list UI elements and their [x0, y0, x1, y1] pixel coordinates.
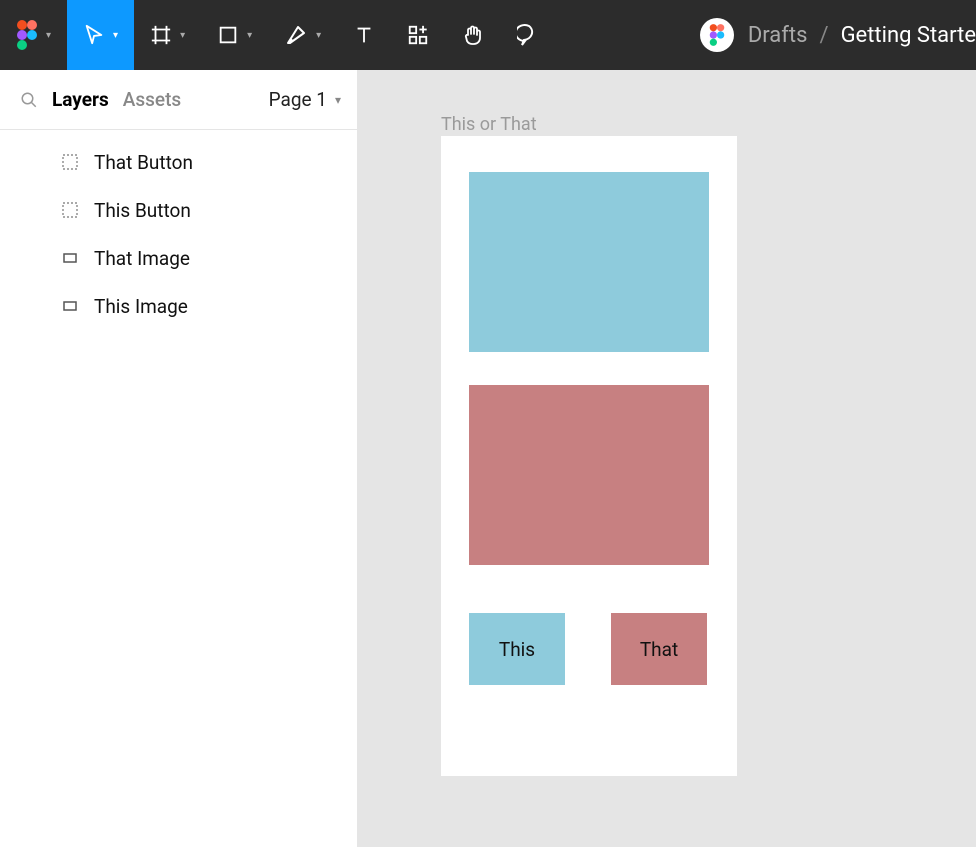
component-icon: [60, 200, 80, 220]
figma-logo-icon: [16, 20, 38, 50]
chevron-down-icon: ▾: [316, 30, 321, 41]
main-area: Layers Assets Page 1 ▾ This or That That…: [0, 70, 976, 847]
rectangle-icon: [217, 24, 239, 46]
canvas-frame-label[interactable]: This or That: [441, 114, 537, 135]
layer-name: This Button: [94, 199, 191, 222]
chevron-down-icon: ▾: [46, 30, 51, 41]
search-icon[interactable]: [20, 91, 38, 109]
page-label: Page 1: [269, 88, 327, 111]
move-tool-button[interactable]: ▾: [67, 0, 134, 70]
breadcrumb: Drafts / Getting Starte: [748, 23, 976, 48]
layer-row[interactable]: This Image: [0, 282, 357, 330]
button-label: That: [640, 638, 678, 661]
tab-assets[interactable]: Assets: [123, 88, 181, 111]
chevron-down-icon: ▾: [113, 30, 118, 41]
tab-layers[interactable]: Layers: [52, 88, 109, 111]
canvas-this-image[interactable]: [469, 172, 709, 352]
resources-tool-button[interactable]: [391, 0, 445, 70]
chevron-down-icon: ▾: [247, 30, 252, 41]
rectangle-icon: [60, 248, 80, 268]
canvas-that-button[interactable]: That: [611, 613, 707, 685]
figma-logo-icon: [709, 24, 725, 46]
layer-row[interactable]: That Image: [0, 234, 357, 282]
frame-tool-button[interactable]: ▾: [134, 0, 201, 70]
panel-tabs: Layers Assets Page 1 ▾: [0, 70, 357, 130]
chevron-down-icon: ▾: [180, 30, 185, 41]
layer-row[interactable]: This Button: [0, 186, 357, 234]
chevron-down-icon: ▾: [335, 93, 341, 107]
text-icon: [353, 24, 375, 46]
layer-name: This Image: [94, 295, 188, 318]
hand-icon: [461, 23, 485, 47]
component-icon: [60, 152, 80, 172]
breadcrumb-separator: /: [819, 23, 828, 48]
cursor-icon: [83, 24, 105, 46]
rectangle-icon: [60, 296, 80, 316]
frame-icon: [150, 24, 172, 46]
shape-tool-button[interactable]: ▾: [201, 0, 268, 70]
hand-tool-button[interactable]: [445, 0, 501, 70]
canvas[interactable]: This or That This That: [358, 70, 976, 847]
community-avatar[interactable]: [700, 18, 734, 52]
top-toolbar: ▾ ▾ ▾ ▾ ▾: [0, 0, 976, 70]
breadcrumb-file[interactable]: Getting Starte: [841, 23, 976, 48]
pen-tool-button[interactable]: ▾: [268, 0, 337, 70]
comment-icon: [517, 23, 541, 47]
resources-icon: [407, 24, 429, 46]
text-tool-button[interactable]: [337, 0, 391, 70]
layer-name: That Image: [94, 247, 190, 270]
layer-tree: This or That That Button This Button Tha…: [0, 130, 357, 330]
left-sidebar: Layers Assets Page 1 ▾ This or That That…: [0, 70, 358, 847]
button-label: This: [499, 638, 535, 661]
pen-icon: [284, 23, 308, 47]
comment-tool-button[interactable]: [501, 0, 557, 70]
figma-menu-button[interactable]: ▾: [0, 0, 67, 70]
canvas-that-image[interactable]: [469, 385, 709, 565]
page-selector[interactable]: Page 1 ▾: [269, 88, 341, 111]
layer-name: That Button: [94, 151, 193, 174]
breadcrumb-drafts[interactable]: Drafts: [748, 23, 808, 48]
layer-row[interactable]: That Button: [0, 138, 357, 186]
canvas-this-button[interactable]: This: [469, 613, 565, 685]
